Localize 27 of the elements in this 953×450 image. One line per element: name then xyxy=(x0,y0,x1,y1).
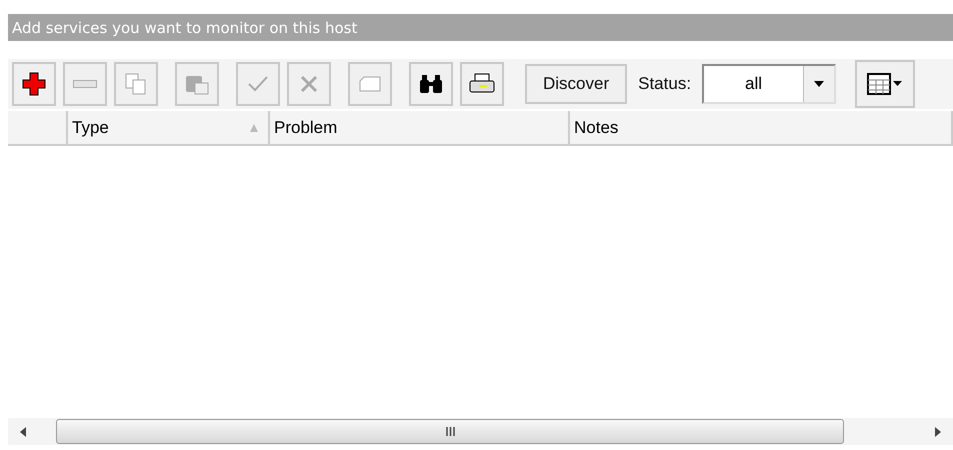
column-header[interactable]: Notes xyxy=(570,111,953,144)
right-arrow-icon xyxy=(935,426,941,436)
toolbar-button[interactable] xyxy=(409,62,453,106)
status-label: Status: xyxy=(638,74,692,94)
scroll-thumb[interactable] xyxy=(56,419,844,444)
check-icon xyxy=(247,75,269,93)
column-header[interactable]: Problem xyxy=(270,111,570,144)
toolbar-button[interactable] xyxy=(12,62,56,106)
horizontal-scrollbar[interactable] xyxy=(8,418,953,445)
copy-icon xyxy=(125,73,147,95)
discover-button[interactable]: Discover xyxy=(525,64,628,104)
section-header: Add services you want to monitor on this host xyxy=(8,14,953,41)
printer-icon xyxy=(469,73,495,95)
plus-icon xyxy=(22,72,46,96)
toolbar-button[interactable] xyxy=(460,62,504,106)
card-icon xyxy=(359,76,381,92)
paste-icon xyxy=(185,73,209,95)
grip-icon xyxy=(446,427,454,436)
column-header[interactable]: Type xyxy=(68,111,270,144)
cross-icon xyxy=(300,75,318,93)
minus-icon xyxy=(73,80,97,88)
caret-icon xyxy=(814,81,824,87)
binoculars-icon xyxy=(419,74,443,94)
columns-menu-button[interactable] xyxy=(855,60,916,108)
left-arrow-icon xyxy=(20,426,26,436)
status-dropdown[interactable]: all xyxy=(702,64,836,104)
table-icon xyxy=(867,73,904,95)
